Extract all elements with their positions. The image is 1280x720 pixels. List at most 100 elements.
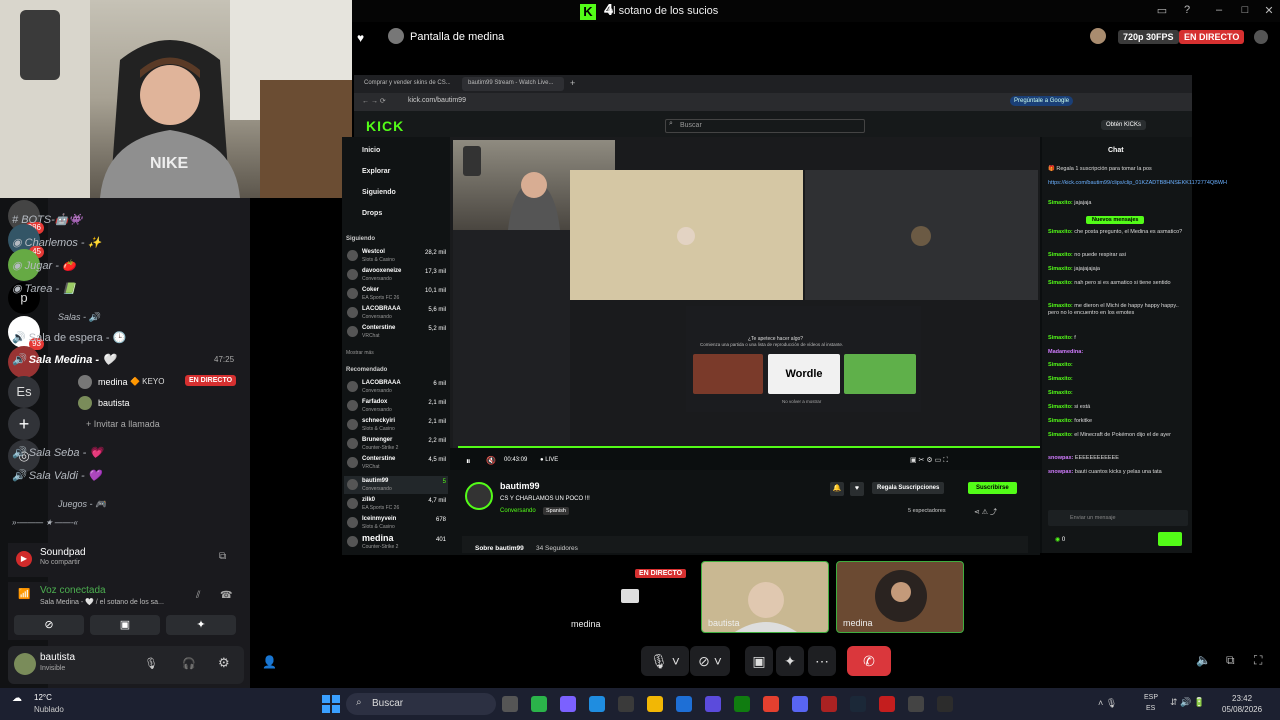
send-button[interactable]	[1158, 532, 1182, 546]
chat-username[interactable]: Simaxito:	[1048, 432, 1073, 438]
following-name[interactable]: Westcol	[362, 249, 385, 255]
nav-explorar[interactable]: Explorar	[362, 168, 390, 175]
app-icon[interactable]	[531, 696, 547, 712]
network-icon[interactable]: ⇵ 🔊 🔋	[1170, 697, 1205, 708]
screen-share-button[interactable]: ▣	[90, 615, 160, 635]
channel-name[interactable]: bautim99	[500, 481, 540, 491]
store-icon[interactable]	[618, 696, 634, 712]
voice-sala-medina[interactable]: 🔊 Sala Medina - 🤍	[12, 353, 116, 366]
category-salas[interactable]: Salas - 🔊	[58, 312, 100, 323]
voice-channel[interactable]: Sala Medina - 🤍 / el sotano de los sa...	[40, 598, 164, 606]
show-more-link[interactable]: Mostrar más	[346, 350, 374, 356]
app-icon[interactable]	[705, 696, 721, 712]
volume-icon[interactable]: 🔇	[486, 456, 496, 465]
channel-avatar[interactable]	[465, 482, 493, 510]
nav-siguiendo[interactable]: Siguiendo	[362, 189, 396, 196]
chrome-icon[interactable]	[763, 696, 779, 712]
folder-icon[interactable]	[647, 696, 663, 712]
chat-username[interactable]: Simaxito:	[1048, 390, 1073, 396]
recommended-name[interactable]: schneckyiri	[362, 418, 395, 424]
url-input[interactable]: kick.com/bautim99	[408, 97, 466, 104]
voice-sala-seba[interactable]: 🔊 Sala Seba - 💗	[12, 446, 103, 459]
following-name[interactable]: Conterstine	[362, 325, 395, 331]
call-card-bautista[interactable]: bautista	[701, 561, 829, 633]
weather-temp[interactable]: 12°C	[34, 693, 52, 702]
xbox-icon[interactable]	[734, 696, 750, 712]
chat-username[interactable]: Simaxito:	[1048, 335, 1073, 341]
chat-username[interactable]: Simaxito:	[1048, 404, 1073, 410]
member-medina[interactable]: medina	[98, 377, 128, 387]
nav-buttons[interactable]: ← → ⟳	[362, 97, 386, 105]
following-name[interactable]: davooxeneize	[362, 268, 401, 274]
edge-icon[interactable]	[589, 696, 605, 712]
new-messages-banner[interactable]: Nuevos mensajes	[1086, 216, 1145, 224]
fullscreen-icon[interactable]: ⛶	[1254, 653, 1262, 668]
share-icon[interactable]: ⧉	[219, 551, 226, 562]
app-icon[interactable]	[937, 696, 953, 712]
channel-tarea[interactable]: ◉ Tarea - 📗	[12, 282, 76, 295]
minimize-icon[interactable]: –	[1212, 4, 1226, 18]
chat-username[interactable]: Simaxito:	[1048, 252, 1073, 258]
recommended-name[interactable]: Iceinmyvein	[362, 516, 396, 522]
activity-card-wordle[interactable]: Wordle	[768, 354, 840, 394]
add-server-icon[interactable]: +	[8, 408, 40, 440]
voice-sala-valdi[interactable]: 🔊 Sala Valdi - 💜	[12, 469, 101, 482]
chat-username[interactable]: Simaxito:	[1048, 418, 1073, 424]
progress-bar[interactable]	[458, 446, 1040, 448]
new-tab-icon[interactable]: +	[570, 78, 575, 88]
chat-username[interactable]: Madamedina:	[1048, 349, 1083, 355]
share-screen-button[interactable]: ▣	[745, 646, 773, 676]
chat-clip-link[interactable]: https://kick.com/bautim99/clips/clip_01K…	[1048, 180, 1227, 187]
app-icon[interactable]	[821, 696, 837, 712]
nav-inicio[interactable]: Inicio	[362, 147, 380, 154]
chat-username[interactable]: Simaxito:	[1048, 266, 1073, 272]
heart-button[interactable]: ♥	[850, 482, 864, 496]
chat-username[interactable]: snowpax:	[1048, 469, 1073, 475]
recommended-name[interactable]: LACOBRAAA	[362, 380, 401, 386]
chat-username[interactable]: Simaxito:	[1048, 303, 1073, 309]
activity-card-3[interactable]	[844, 354, 916, 394]
chat-username[interactable]: Simaxito:	[1048, 376, 1073, 382]
ask-google-button[interactable]: Pregúntale a Google	[1010, 96, 1074, 106]
mic-icon[interactable]: 🎙	[144, 657, 158, 670]
activity-toggle[interactable]: No volver a mostrar	[782, 399, 821, 404]
tab-skins[interactable]: Comprar y vender skins de CS...	[358, 77, 450, 91]
noise-icon[interactable]: ⫽	[196, 590, 200, 601]
chat-username[interactable]: snowpax:	[1048, 455, 1073, 461]
close-icon[interactable]: ✕	[1262, 4, 1276, 18]
player-controls[interactable]: ▣ ✂ ⚙ ▭ ⛶	[910, 456, 948, 465]
add-user-icon[interactable]: 👤	[262, 655, 277, 669]
taskbar-search[interactable]	[346, 693, 496, 715]
category-juegos[interactable]: Juegos - 🎮	[58, 499, 106, 510]
nav-drops[interactable]: Drops	[362, 210, 382, 217]
maximize-icon[interactable]: □	[1238, 4, 1252, 18]
server-icon[interactable]: Es	[8, 376, 40, 408]
recommended-name[interactable]: medina	[362, 533, 394, 543]
disconnect-icon[interactable]: ☎	[220, 590, 232, 601]
search-input[interactable]: Buscar	[665, 119, 865, 133]
voice-waiting-room[interactable]: 🔊 Sala de espera - 🕒	[12, 331, 126, 344]
app-icon[interactable]	[676, 696, 692, 712]
chat-username[interactable]: Simaxito:	[1048, 362, 1073, 368]
settings-icon[interactable]	[1254, 30, 1268, 44]
recommended-name[interactable]: Brunenger	[362, 437, 392, 443]
bell-icon[interactable]: 🔔	[830, 482, 844, 496]
taskview-icon[interactable]	[502, 696, 518, 712]
following-name[interactable]: LACOBRAAA	[362, 306, 401, 312]
get-kicks-button[interactable]: Obtén KICKs	[1101, 120, 1147, 130]
channel-games-divider[interactable]: »-——— ★ ——-«	[12, 518, 78, 527]
discord-icon[interactable]	[792, 696, 808, 712]
lang-indicator[interactable]: ESP	[1144, 694, 1158, 701]
chat-username[interactable]: Simaxito:	[1048, 229, 1073, 235]
avatar[interactable]	[14, 653, 36, 675]
tab-kick[interactable]: bautim99 Stream - Watch Live...	[462, 77, 564, 91]
following-name[interactable]: Coker	[362, 287, 379, 293]
call-card-medina-screen[interactable]: EN DIRECTO medina	[565, 561, 695, 633]
chat-username[interactable]: Simaxito:	[1048, 280, 1073, 286]
heart-icon[interactable]: ♥	[357, 31, 364, 45]
more-button[interactable]: ⋯	[808, 646, 836, 676]
stream-language[interactable]: Spanish	[543, 507, 569, 515]
activity-card-1[interactable]	[693, 354, 763, 394]
recommended-name[interactable]: Farfadox	[362, 399, 387, 405]
channel-charlemos[interactable]: ◉ Charlemos - ✨	[12, 236, 101, 249]
